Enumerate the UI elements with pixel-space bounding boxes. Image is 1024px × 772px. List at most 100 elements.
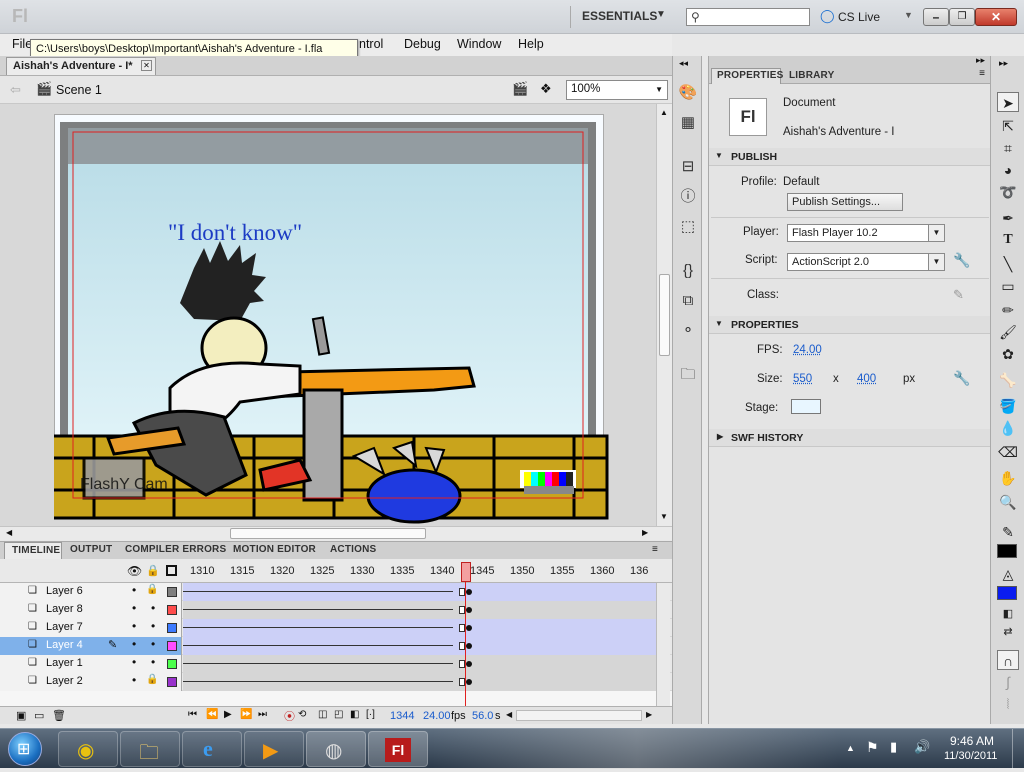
document-settings-wrench-icon[interactable]: 🔧 <box>953 370 970 387</box>
motion-presets-icon[interactable]: ⚬ <box>677 320 699 342</box>
keyframe-dot[interactable] <box>466 625 472 631</box>
lock-icon[interactable]: 🔒 <box>146 584 158 595</box>
edit-symbols-icon[interactable]: ❖ <box>540 81 552 97</box>
expand-tools-icon[interactable]: ▸▸ <box>999 58 1008 69</box>
layer-name[interactable]: Layer 2 <box>46 675 83 687</box>
keyframe-dot[interactable] <box>466 607 472 613</box>
smooth-icon[interactable]: ∫ <box>997 672 1019 692</box>
time-value[interactable]: 56.0 <box>472 710 493 722</box>
taskbar-flash[interactable]: Fl <box>368 731 428 767</box>
onion-outline-icon[interactable]: ◰ <box>334 709 343 720</box>
snap-to-objects-icon[interactable]: ∩ <box>997 650 1019 670</box>
clock-time[interactable]: 9:46 AM <box>950 734 994 748</box>
zoom-select[interactable]: 100% ▼ <box>566 80 668 100</box>
layer-frames[interactable] <box>183 601 656 619</box>
taskbar-internet-explorer[interactable]: e <box>182 731 242 767</box>
color-panel-icon[interactable]: 🎨 <box>677 82 699 104</box>
cs-live-button[interactable]: CS Live <box>838 10 880 24</box>
menu-help[interactable]: Help <box>518 37 544 51</box>
lasso-tool-icon[interactable]: ➰ <box>997 182 1019 202</box>
deco-tool-icon[interactable]: ✿ <box>997 344 1019 364</box>
visibility-dot[interactable]: • <box>132 673 136 687</box>
swatches-icon[interactable]: ▦ <box>677 112 699 134</box>
visibility-dot[interactable]: • <box>132 583 136 597</box>
minimize-button[interactable]: – <box>923 8 949 26</box>
panel-menu-icon[interactable]: ≡ <box>652 544 658 555</box>
scroll-down-icon[interactable]: ▼ <box>660 512 668 521</box>
outline-color-swatch[interactable] <box>167 659 177 669</box>
playhead-handle[interactable] <box>461 562 471 582</box>
eye-icon[interactable]: 👁 <box>127 564 142 578</box>
edit-class-pencil-icon[interactable]: ✎ <box>953 287 964 303</box>
layer-row[interactable]: ❏ Layer 4 ✎ • • <box>0 637 672 655</box>
properties-section-header[interactable]: ▼ PROPERTIES <box>709 316 991 334</box>
scroll-left-icon[interactable]: ◀ <box>506 710 512 719</box>
components-icon[interactable]: ⧉ <box>677 290 699 312</box>
workspace-switcher[interactable]: ESSENTIALS <box>582 9 657 23</box>
lock-dot[interactable]: • <box>151 601 155 615</box>
menu-window[interactable]: Window <box>457 37 501 51</box>
taskbar-media-player[interactable]: ▶ <box>244 731 304 767</box>
outline-color-swatch[interactable] <box>167 623 177 633</box>
line-tool-icon[interactable]: ╲ <box>997 254 1019 274</box>
bone-tool-icon[interactable]: 🦴 <box>997 370 1019 390</box>
layer-row[interactable]: ❏ Layer 6 • 🔒 <box>0 583 672 601</box>
outline-color-swatch[interactable] <box>167 587 177 597</box>
info-icon[interactable]: ⓘ <box>677 186 699 208</box>
taskbar-chrome[interactable]: ◉ <box>58 731 118 767</box>
visibility-dot[interactable]: • <box>132 655 136 669</box>
scroll-right-icon[interactable]: ▶ <box>646 710 652 719</box>
scroll-up-icon[interactable]: ▲ <box>660 108 668 117</box>
horizontal-scroll-thumb[interactable] <box>230 528 426 539</box>
modify-markers-icon[interactable]: [·] <box>366 709 375 720</box>
chevron-down-icon[interactable]: ▼ <box>656 9 666 20</box>
go-to-last-frame-icon[interactable]: ⏭ <box>258 709 267 720</box>
layer-name-cell[interactable]: ❏ Layer 1 • • <box>0 655 182 673</box>
close-tab-icon[interactable]: ✕ <box>141 60 152 71</box>
brush-tool-icon[interactable]: 🖌 <box>997 322 1019 342</box>
outline-icon[interactable] <box>166 565 177 576</box>
swap-colors-icon[interactable]: ⇄ <box>997 622 1019 642</box>
tab-output[interactable]: OUTPUT <box>70 544 112 555</box>
taskbar-ccleaner[interactable]: ◍ <box>306 731 366 767</box>
back-arrow-icon[interactable]: ⇦ <box>10 82 21 98</box>
project-icon[interactable]: 🗀 <box>677 364 699 386</box>
menu-control[interactable]: ntrol <box>359 37 383 51</box>
frame-ruler[interactable]: 1310 1315 1320 1325 1330 1335 1340 1345 … <box>183 559 656 583</box>
tab-compiler-errors[interactable]: COMPILER ERRORS <box>125 544 226 555</box>
tab-properties[interactable]: PROPERTIES <box>711 68 783 84</box>
new-folder-icon[interactable]: ▭ <box>34 709 44 722</box>
layer-frames[interactable] <box>183 619 656 637</box>
layer-name[interactable]: Layer 7 <box>46 621 83 633</box>
clock-date[interactable]: 11/30/2011 <box>944 750 997 762</box>
layer-name[interactable]: Layer 8 <box>46 603 83 615</box>
keyframe-dot[interactable] <box>466 679 472 685</box>
layer-frames[interactable] <box>183 583 656 601</box>
lock-icon[interactable]: 🔒 <box>146 564 160 577</box>
menu-debug[interactable]: Debug <box>404 37 441 51</box>
search-input[interactable]: ⚲ <box>686 8 810 26</box>
black-white-icon[interactable]: ◧ <box>997 604 1019 624</box>
layer-name[interactable]: Layer 4 <box>46 639 83 651</box>
stage-color-swatch[interactable] <box>791 399 821 414</box>
start-button[interactable]: ⊞ <box>8 732 42 766</box>
layer-name[interactable]: Layer 1 <box>46 657 83 669</box>
outline-color-swatch[interactable] <box>167 641 177 651</box>
layer-row[interactable]: ❏ Layer 2 • 🔒 <box>0 673 672 691</box>
timeline-horizontal-scrollbar[interactable] <box>516 710 642 721</box>
subselection-tool-icon[interactable]: ⇱ <box>997 116 1019 136</box>
loop-icon[interactable]: ⟲ <box>298 709 306 720</box>
restore-button[interactable]: ❐ <box>949 8 975 26</box>
current-frame-value[interactable]: 1344 <box>390 710 414 722</box>
step-forward-icon[interactable]: ⏩ <box>240 709 252 720</box>
volume-icon[interactable]: 🔊 <box>914 739 930 755</box>
taskbar-explorer[interactable]: 🗀 <box>120 731 180 767</box>
layer-frames[interactable] <box>183 673 656 691</box>
scroll-right-icon[interactable]: ▶ <box>642 528 648 537</box>
width-field[interactable]: 550 <box>793 373 812 385</box>
straighten-icon[interactable]: ⦚ <box>997 694 1019 714</box>
free-transform-tool-icon[interactable]: ⌗ <box>997 138 1019 158</box>
horizontal-scrollbar[interactable]: ◀ ▶ <box>0 526 672 540</box>
fps-field[interactable]: 24.00 <box>793 344 822 356</box>
layer-row[interactable]: ❏ Layer 7 • • <box>0 619 672 637</box>
